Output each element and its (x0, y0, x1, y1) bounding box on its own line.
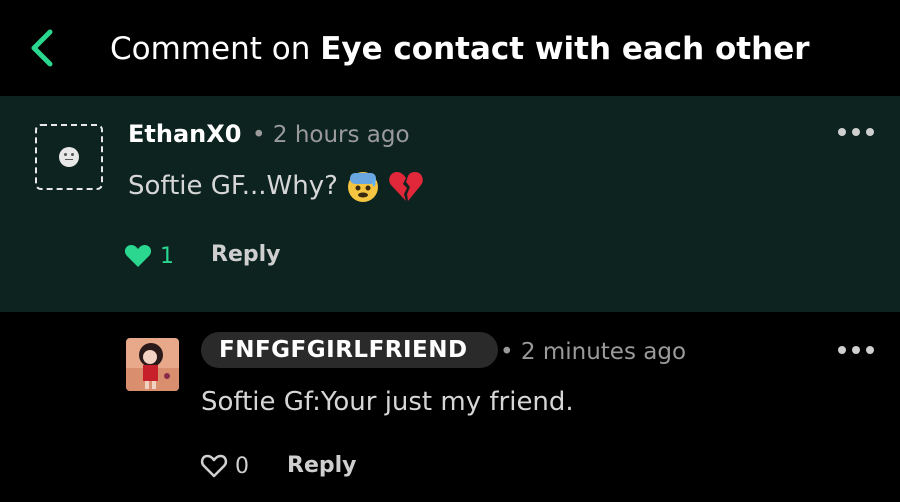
reply-like-count: 0 (235, 453, 249, 479)
more-options-button[interactable] (836, 122, 876, 142)
like-button[interactable]: 1 (124, 243, 174, 269)
dot-icon (852, 346, 860, 354)
dot-icon (838, 128, 846, 136)
comment-username[interactable]: EthanX0 (128, 119, 241, 149)
page-title: Comment on Eye contact with each other (110, 30, 810, 68)
comment-time: • 2 hours ago (252, 122, 410, 148)
reply-time-value: 2 minutes ago (520, 339, 687, 365)
avatar[interactable] (35, 124, 103, 190)
comment-text: Softie GF...Why? (128, 169, 424, 204)
reply-like-button[interactable]: 0 (200, 453, 249, 479)
broken-heart-icon (389, 171, 423, 201)
reply-text: Softie Gf:Your just my friend. (201, 387, 574, 417)
dot-icon (852, 128, 860, 136)
top-bar: Comment on Eye contact with each other (0, 0, 900, 96)
reply-username: FNFGFGIRLFRIEND (219, 337, 468, 363)
chevron-left-icon (31, 29, 53, 67)
dot-icon (866, 128, 874, 136)
dot-icon (838, 346, 846, 354)
anxious-sweat-face-icon (347, 171, 378, 202)
comment-time-value: 2 hours ago (272, 122, 410, 148)
back-button[interactable] (24, 26, 58, 70)
title-prefix: Comment on (110, 31, 311, 67)
reply-time: • 2 minutes ago (500, 339, 687, 365)
post-title[interactable]: Eye contact with each other (320, 31, 809, 67)
comment-text-value: Softie GF...Why? (128, 171, 338, 201)
heart-outline-icon (200, 454, 228, 478)
reply-more-options-button[interactable] (836, 340, 876, 360)
reply-button[interactable]: Reply (211, 242, 281, 267)
avatar-image (126, 338, 179, 391)
heart-filled-icon (124, 245, 152, 267)
username-pill[interactable]: FNFGFGIRLFRIEND (201, 332, 498, 368)
like-count: 1 (160, 243, 174, 269)
dot-icon (866, 346, 874, 354)
avatar[interactable] (126, 338, 179, 391)
default-avatar-icon (59, 147, 79, 167)
reply-reply-button[interactable]: Reply (287, 453, 357, 478)
